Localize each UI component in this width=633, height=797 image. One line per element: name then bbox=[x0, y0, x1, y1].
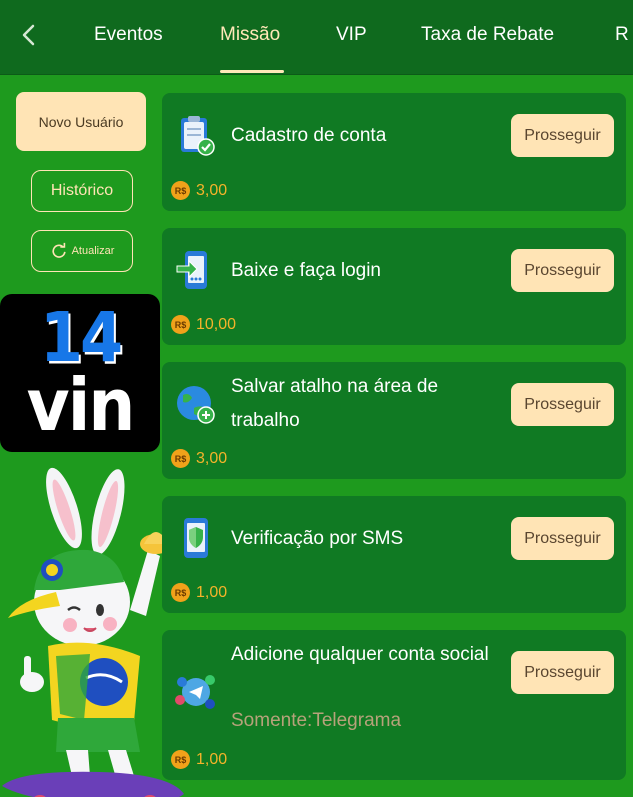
mission-title: Salvar atalho na área de trabalho bbox=[231, 376, 439, 431]
mission-card: Salvar atalho na área de trabalho Prosse… bbox=[162, 362, 626, 479]
mission-card: Cadastro de conta Prosseguir R$ 3,00 bbox=[162, 93, 626, 211]
logo-line-1: 14 bbox=[39, 297, 123, 378]
mission-title: Cadastro de conta bbox=[231, 125, 387, 146]
history-button[interactable]: Histórico bbox=[31, 170, 133, 212]
reward-amount: 1,00 bbox=[196, 750, 228, 768]
mission-title: Baixe e faça login bbox=[231, 260, 381, 281]
mission-reward: R$ 3,00 bbox=[171, 181, 227, 200]
tab-truncated[interactable]: R bbox=[615, 0, 629, 75]
reward-amount: 3,00 bbox=[196, 449, 228, 467]
globe-link-icon bbox=[174, 382, 218, 426]
clipboard-check-icon bbox=[174, 113, 218, 157]
back-chevron-icon[interactable] bbox=[14, 20, 44, 50]
phone-shield-icon bbox=[174, 516, 218, 560]
left-sidebar: Novo Usuário Histórico Atualizar 14 vin bbox=[0, 75, 184, 797]
reward-amount: 3,00 bbox=[196, 181, 228, 199]
refresh-button[interactable]: Atualizar bbox=[31, 230, 133, 272]
proceed-button[interactable]: Prosseguir bbox=[511, 517, 614, 560]
mission-reward: R$ 10,00 bbox=[171, 315, 236, 334]
reward-amount: 10,00 bbox=[196, 315, 237, 333]
tab-missao[interactable]: Missão bbox=[220, 0, 280, 75]
mission-title: Adicione qualquer conta social bbox=[231, 644, 489, 665]
phone-login-icon bbox=[174, 248, 218, 292]
tab-taxa-de-rebate[interactable]: Taxa de Rebate bbox=[421, 0, 554, 75]
mission-subtitle: Somente:Telegrama bbox=[231, 710, 402, 731]
social-apps-icon bbox=[174, 670, 218, 714]
mission-reward: R$ 1,00 bbox=[171, 750, 227, 769]
top-tab-bar: Eventos Missão VIP Taxa de Rebate R bbox=[0, 0, 633, 75]
mission-card: Adicione qualquer conta social Somente:T… bbox=[162, 630, 626, 780]
proceed-button[interactable]: Prosseguir bbox=[511, 114, 614, 157]
refresh-icon bbox=[51, 242, 66, 258]
tab-eventos[interactable]: Eventos bbox=[94, 0, 163, 75]
tab-vip[interactable]: VIP bbox=[336, 0, 367, 75]
reward-amount: 1,00 bbox=[196, 583, 228, 601]
mission-reward: R$ 3,00 bbox=[171, 449, 227, 468]
new-user-button[interactable]: Novo Usuário bbox=[16, 92, 146, 151]
currency-coin-icon: R$ bbox=[171, 449, 190, 468]
active-tab-indicator bbox=[220, 70, 284, 73]
currency-coin-icon: R$ bbox=[171, 583, 190, 602]
currency-coin-icon: R$ bbox=[171, 181, 190, 200]
mission-title: Verificação por SMS bbox=[231, 528, 404, 549]
refresh-label: Atualizar bbox=[71, 245, 115, 257]
mission-list: Cadastro de conta Prosseguir R$ 3,00 Bai… bbox=[162, 93, 626, 797]
proceed-button[interactable]: Prosseguir bbox=[511, 383, 614, 426]
proceed-button[interactable]: Prosseguir bbox=[511, 249, 614, 292]
currency-coin-icon: R$ bbox=[171, 750, 190, 769]
currency-coin-icon: R$ bbox=[171, 315, 190, 334]
mission-reward: R$ 1,00 bbox=[171, 583, 227, 602]
proceed-button[interactable]: Prosseguir bbox=[511, 651, 614, 694]
brand-logo: 14 vin bbox=[0, 294, 160, 452]
mission-card: Verificação por SMS Prosseguir R$ 1,00 bbox=[162, 496, 626, 613]
logo-line-2: vin bbox=[26, 363, 136, 448]
mission-card: Baixe e faça login Prosseguir R$ 10,00 bbox=[162, 228, 626, 345]
